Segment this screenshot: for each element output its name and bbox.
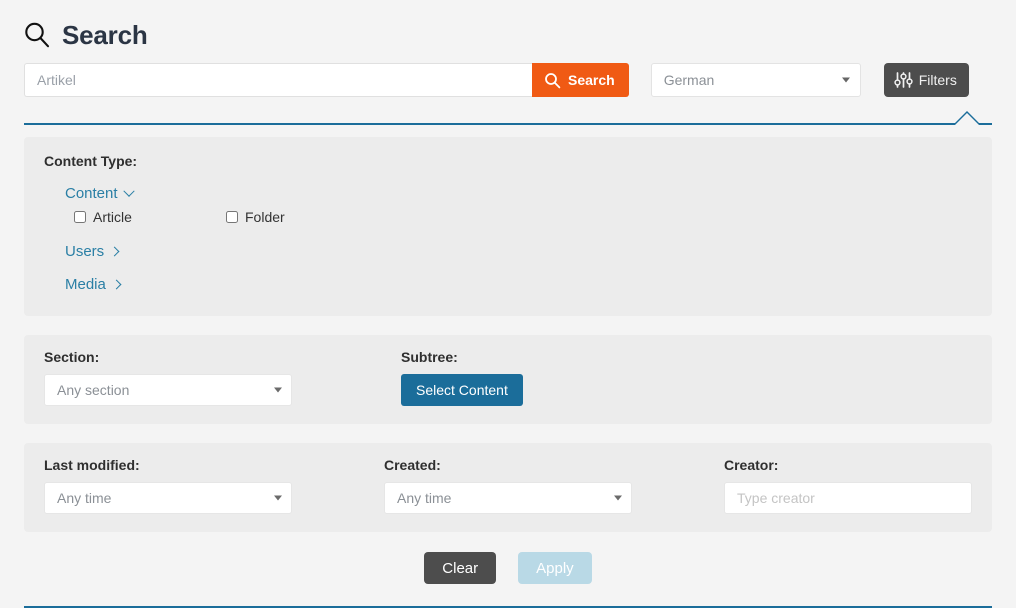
caret-fill [955, 113, 979, 125]
content-type-options: Article Folder [44, 209, 972, 225]
sliders-icon [894, 71, 913, 89]
last-modified-label: Last modified: [44, 457, 140, 473]
last-modified-field: Last modified: Any time [44, 457, 384, 514]
chevron-down-icon [841, 77, 850, 83]
divider-line [24, 123, 992, 125]
search-icon [544, 72, 561, 89]
checkbox-folder-input[interactable] [226, 211, 238, 223]
filters-panel-pointer [24, 111, 992, 125]
creator-label: Creator: [724, 457, 779, 473]
filters-panel: Content Type: Content Article Folder Use… [0, 137, 1016, 584]
filters-button[interactable]: Filters [883, 63, 969, 97]
search-bar: Search German Filters [0, 58, 1016, 102]
users-group-label: Users [65, 243, 105, 260]
section-select-value: Any section [57, 382, 130, 398]
page-header: Search [0, 0, 1016, 56]
chevron-down-icon [614, 495, 622, 501]
page-title: Search [62, 20, 148, 50]
content-type-group-media[interactable]: Media [65, 276, 122, 293]
creator-input[interactable] [724, 482, 972, 514]
creator-field: Creator: [724, 457, 972, 514]
dates-creator-panel: Last modified: Any time Created: Any tim… [24, 443, 992, 532]
created-label: Created: [384, 457, 441, 473]
checkbox-article-label: Article [93, 209, 132, 225]
chevron-down-icon [274, 387, 282, 393]
checkbox-folder[interactable]: Folder [226, 209, 378, 225]
search-button[interactable]: Search [532, 63, 629, 97]
chevron-down-icon [274, 495, 282, 501]
created-field: Created: Any time [384, 457, 724, 514]
chevron-right-icon [109, 246, 120, 257]
content-group-label: Content [65, 185, 118, 202]
language-select-value: German [663, 72, 715, 88]
filters-button-label: Filters [918, 72, 957, 88]
language-select[interactable]: German [650, 63, 861, 97]
last-modified-value: Any time [57, 490, 112, 506]
checkbox-article[interactable]: Article [74, 209, 226, 225]
content-type-panel: Content Type: Content Article Folder Use… [24, 137, 992, 316]
last-modified-select[interactable]: Any time [44, 482, 292, 514]
section-select[interactable]: Any section [44, 374, 292, 406]
section-subtree-panel: Section: Any section Subtree: Select Con… [24, 335, 992, 424]
apply-button[interactable]: Apply [518, 552, 592, 584]
subtree-field: Subtree: Select Content [401, 349, 523, 406]
filter-actions: Clear Apply [24, 552, 992, 584]
content-type-label: Content Type: [44, 153, 138, 169]
section-field: Section: Any section [44, 349, 401, 406]
search-icon [22, 20, 52, 50]
search-button-label: Search [568, 72, 615, 88]
chevron-down-icon [122, 185, 135, 197]
chevron-right-icon [111, 279, 122, 290]
content-type-group-users[interactable]: Users [65, 243, 120, 260]
created-select[interactable]: Any time [384, 482, 632, 514]
media-group-label: Media [65, 276, 106, 293]
select-content-button[interactable]: Select Content [401, 374, 523, 406]
checkbox-article-input[interactable] [74, 211, 86, 223]
search-input[interactable] [24, 63, 532, 97]
subtree-label: Subtree: [401, 349, 458, 365]
created-value: Any time [397, 490, 452, 506]
content-type-group-content[interactable]: Content [65, 185, 135, 202]
clear-button[interactable]: Clear [424, 552, 497, 584]
checkbox-folder-label: Folder [245, 209, 285, 225]
section-label: Section: [44, 349, 100, 365]
